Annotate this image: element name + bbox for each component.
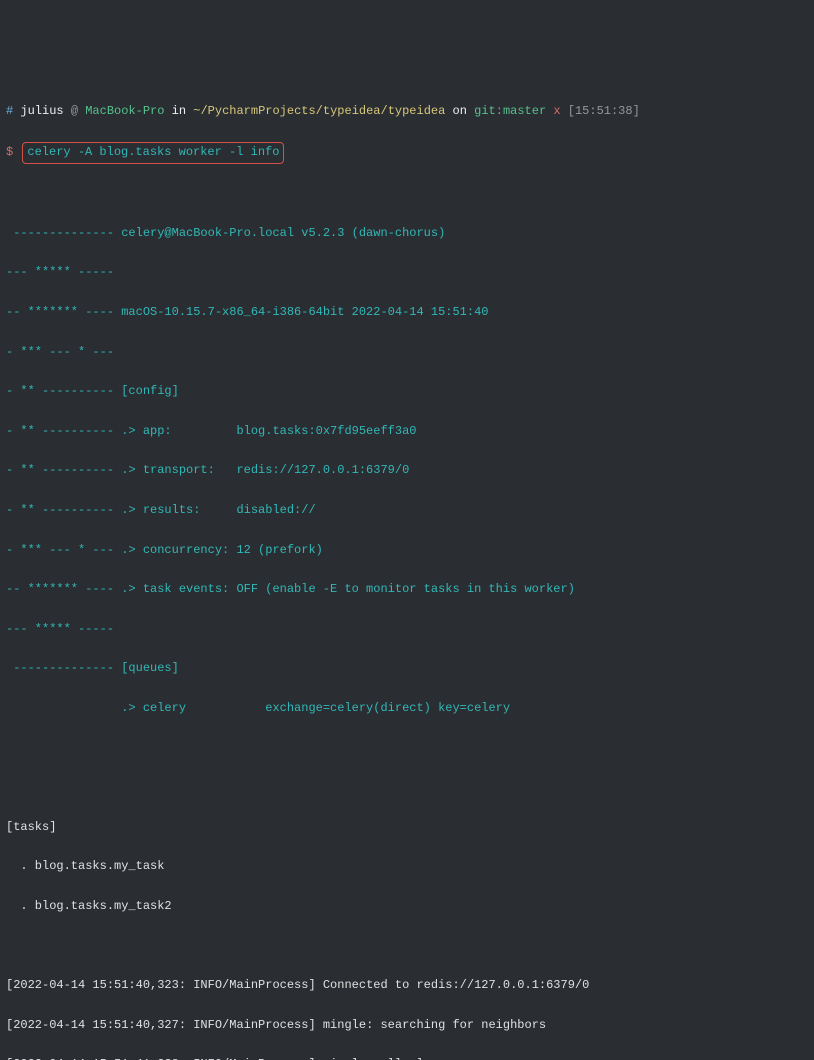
banner-line: - ** ---------- .> transport: redis://12… xyxy=(6,461,808,481)
hash-symbol: # xyxy=(6,104,13,118)
banner-line: - *** --- * --- .> concurrency: 12 (pref… xyxy=(6,541,808,561)
log-prefix: [2022-04-14 15:51:40,323: INFO/MainProce… xyxy=(6,978,316,992)
tasks-header: [tasks] xyxy=(6,818,808,838)
prompt-time: [15:51:38] xyxy=(568,104,640,118)
banner-line: -- ******* ---- .> task events: OFF (ena… xyxy=(6,580,808,600)
command-text: celery -A blog.tasks worker -l info xyxy=(27,145,279,159)
banner-line: --- ***** ----- xyxy=(6,263,808,283)
banner-line: - ** ---------- [config] xyxy=(6,382,808,402)
banner-line: -------------- celery@MacBook-Pro.local … xyxy=(6,224,808,244)
status-x: x xyxy=(553,104,560,118)
prompt-branch: master xyxy=(503,104,546,118)
blank-line xyxy=(6,184,808,204)
task-item: . blog.tasks.my_task2 xyxy=(6,897,808,917)
banner-line: .> celery exchange=celery(direct) key=ce… xyxy=(6,699,808,719)
prompt-in: in xyxy=(172,104,186,118)
task-item: . blog.tasks.my_task xyxy=(6,857,808,877)
command-line: $ celery -A blog.tasks worker -l info xyxy=(6,142,808,165)
colon: : xyxy=(496,104,503,118)
log-prefix: [2022-04-14 15:51:41,338: INFO/MainProce… xyxy=(6,1057,316,1060)
at-symbol: @ xyxy=(71,104,78,118)
blank-line xyxy=(6,936,808,956)
banner-line: - *** --- * --- xyxy=(6,343,808,363)
prompt-git: git xyxy=(474,104,496,118)
log-message: mingle: all alone xyxy=(316,1057,446,1060)
log-line: [2022-04-14 15:51:40,327: INFO/MainProce… xyxy=(6,1016,808,1036)
log-prefix: [2022-04-14 15:51:40,327: INFO/MainProce… xyxy=(6,1018,316,1032)
blank-line xyxy=(6,738,808,758)
blank-line xyxy=(6,778,808,798)
log-line: [2022-04-14 15:51:40,323: INFO/MainProce… xyxy=(6,976,808,996)
command-highlight-box: celery -A blog.tasks worker -l info xyxy=(22,142,284,165)
banner-line: - ** ---------- .> app: blog.tasks:0x7fd… xyxy=(6,422,808,442)
prompt-user: julius xyxy=(20,104,63,118)
log-line: [2022-04-14 15:51:41,338: INFO/MainProce… xyxy=(6,1055,808,1060)
banner-line: -- ******* ---- macOS-10.15.7-x86_64-i38… xyxy=(6,303,808,323)
log-message: Connected to redis://127.0.0.1:6379/0 xyxy=(316,978,590,992)
terminal[interactable]: # julius @ MacBook-Pro in ~/PycharmProje… xyxy=(6,82,808,1060)
banner-line: - ** ---------- .> results: disabled:// xyxy=(6,501,808,521)
prompt-path: ~/PycharmProjects/typeidea/typeidea xyxy=(193,104,445,118)
prompt-line: # julius @ MacBook-Pro in ~/PycharmProje… xyxy=(6,102,808,122)
banner-line: -------------- [queues] xyxy=(6,659,808,679)
banner-line: --- ***** ----- xyxy=(6,620,808,640)
dollar-symbol: $ xyxy=(6,145,13,159)
prompt-on: on xyxy=(453,104,467,118)
prompt-host: MacBook-Pro xyxy=(85,104,164,118)
log-message: mingle: searching for neighbors xyxy=(316,1018,546,1032)
